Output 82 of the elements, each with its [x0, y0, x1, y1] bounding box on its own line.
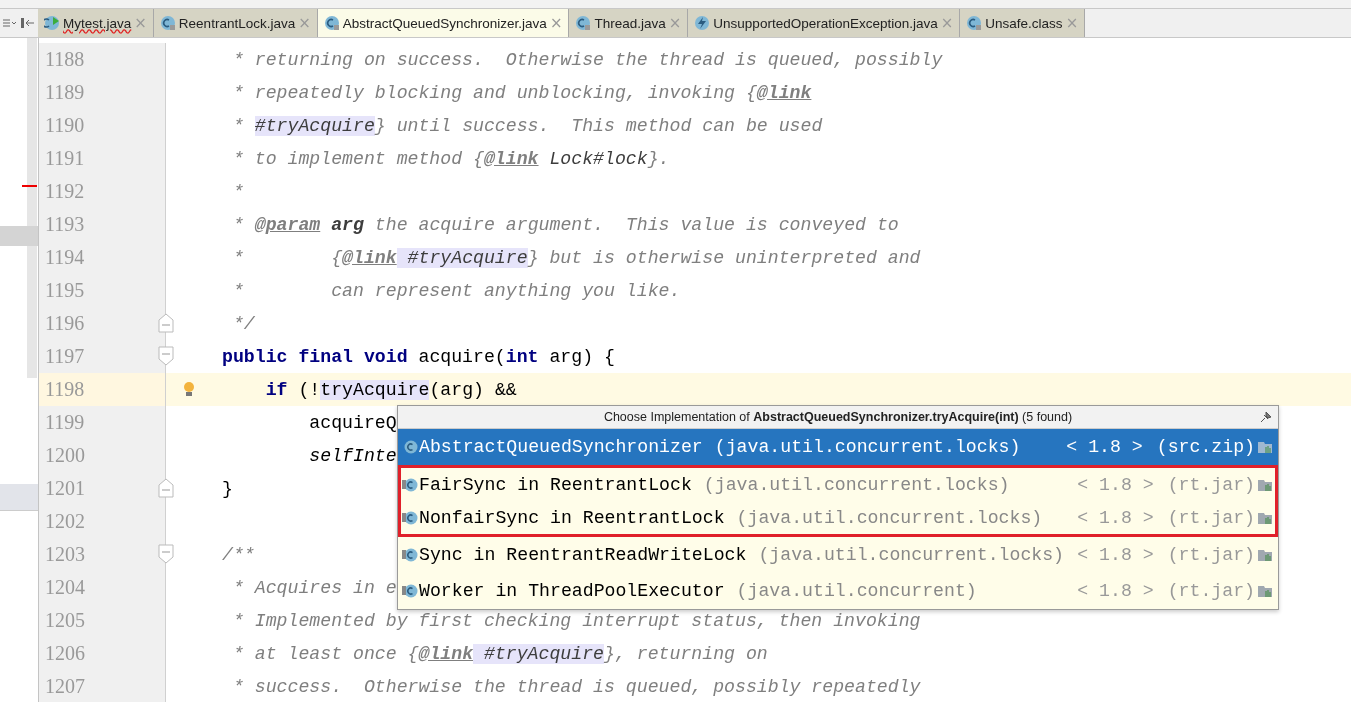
- code-line: * {@link #tryAcquire} but is otherwise uninterpreted and: [231, 247, 921, 268]
- class-icon: [402, 476, 418, 493]
- implementation-item[interactable]: Sync in ReentrantReadWriteLock (java.util.concurrent.locks) < 1.8 > (rt.jar): [398, 537, 1278, 573]
- line-number: 1188: [45, 48, 85, 71]
- line-number: 1202: [45, 510, 85, 533]
- implementation-item[interactable]: NonfairSync in ReentrantLock (java.util.concurrent.locks) < 1.8 > (rt.jar): [398, 501, 1278, 537]
- class-icon: [402, 509, 418, 526]
- class-lock-icon: [575, 15, 592, 31]
- pin-icon[interactable]: [1260, 411, 1272, 423]
- line-number: 1190: [45, 114, 85, 137]
- tab-label: Mytest.java: [63, 15, 132, 31]
- line-number: 1189: [45, 81, 85, 104]
- library-icon: [1257, 477, 1273, 492]
- library-icon: [1257, 584, 1273, 598]
- code-line: * can represent anything you like.: [231, 280, 681, 301]
- code-line: * at least once {@link #tryAcquire}, returning on: [231, 643, 768, 664]
- code-line: * repeatedly blocking and unblocking, invoking {@link: [231, 82, 812, 103]
- tab-label: Thread.java: [594, 15, 666, 31]
- code-line: if (!tryAcquire(arg) &&: [264, 379, 517, 400]
- line-number: 1192: [45, 180, 85, 203]
- change-marker: [22, 185, 37, 187]
- code-line: * #tryAcquire} until success. This method can be used: [231, 115, 823, 136]
- line-number: 1199: [45, 411, 85, 434]
- code-line: * success. Otherwise the thread is queued, possibly repeatedly: [231, 676, 921, 697]
- line-number: 1201: [45, 477, 85, 500]
- code-line: * Implemented by first checking interrupt status, then invoking: [231, 610, 921, 631]
- code-line: *: [231, 181, 244, 202]
- line-number: 1191: [45, 147, 85, 170]
- tab-label: UnsupportedOperationException.java: [713, 15, 938, 31]
- editor-tab[interactable]: Unsafe.class ×: [960, 9, 1086, 37]
- library-icon: [1257, 548, 1273, 562]
- code-line: /**: [221, 544, 255, 565]
- class-lock-icon: [966, 15, 983, 31]
- implementation-item[interactable]: Worker in ThreadPoolExecutor (java.util.concurrent) < 1.8 > (rt.jar): [398, 573, 1278, 609]
- popup-title: Choose Implementation of AbstractQueuedSynchronizer.tryAcquire(int) (5 found): [603, 410, 1073, 424]
- line-number: 1194: [45, 246, 85, 269]
- code-line: * Acquires in e: [231, 577, 397, 598]
- library-icon: [1257, 510, 1273, 525]
- lightbulb-icon[interactable]: [183, 381, 195, 397]
- code-line: * to implement method {@link Lock#lock}.: [231, 148, 670, 169]
- code-line: public final void acquire(int arg) {: [221, 346, 615, 367]
- fold-marker[interactable]: [158, 313, 174, 333]
- tab-label: ReentrantLock.java: [178, 15, 296, 31]
- editor-tab[interactable]: Thread.java ×: [569, 9, 689, 37]
- line-number: 1207: [45, 675, 85, 698]
- class-icon: [402, 583, 418, 599]
- fold-marker[interactable]: [158, 544, 174, 564]
- line-number: 1205: [45, 609, 85, 632]
- editor-tab[interactable]: Mytest.java ×: [38, 9, 154, 37]
- code-line: */: [231, 313, 255, 334]
- lightning-icon: [694, 15, 711, 31]
- line-number: 1197: [45, 345, 85, 368]
- class-run-icon: [44, 15, 60, 31]
- line-number: 1206: [45, 642, 85, 665]
- line-number: 1196: [45, 312, 85, 335]
- collapse-icon[interactable]: [20, 17, 34, 29]
- implementation-item[interactable]: FairSync in ReentrantLock (java.util.concurrent.locks) < 1.8 > (rt.jar): [398, 465, 1278, 501]
- line-number: 1193: [45, 213, 85, 236]
- code-line: }: [221, 478, 233, 499]
- editor-tab[interactable]: ReentrantLock.java ×: [153, 9, 318, 37]
- class-lock-icon: [323, 15, 340, 31]
- line-number: 1203: [45, 543, 85, 566]
- editor-tab[interactable]: UnsupportedOperationException.java ×: [688, 9, 961, 37]
- class-lock-icon: [159, 15, 176, 31]
- line-number: 1204: [45, 576, 85, 599]
- code-line: acquireQ: [308, 412, 397, 433]
- code-line: * @param arg the acquire argument. This value is conveyed to: [231, 214, 899, 235]
- line-number: 1195: [45, 279, 85, 302]
- code-line: selfInte: [308, 445, 397, 466]
- line-number: 1200: [45, 444, 85, 467]
- class-icon: [402, 439, 418, 455]
- library-icon: [1257, 440, 1273, 454]
- tab-label: Unsafe.class: [985, 15, 1063, 31]
- class-icon: [402, 547, 418, 563]
- settings-icon[interactable]: [2, 17, 16, 29]
- tab-label: AbstractQueuedSynchronizer.java: [342, 15, 547, 31]
- implementation-item[interactable]: AbstractQueuedSynchronizer (java.util.concurrent.locks) < 1.8 > (src.zip): [398, 429, 1278, 465]
- line-number: 1198: [45, 378, 85, 401]
- fold-marker[interactable]: [158, 346, 174, 366]
- code-line: * returning on success. Otherwise the thread is queued, possibly: [231, 49, 943, 70]
- fold-marker[interactable]: [158, 478, 174, 498]
- editor-tab[interactable]: AbstractQueuedSynchronizer.java ×: [317, 9, 570, 37]
